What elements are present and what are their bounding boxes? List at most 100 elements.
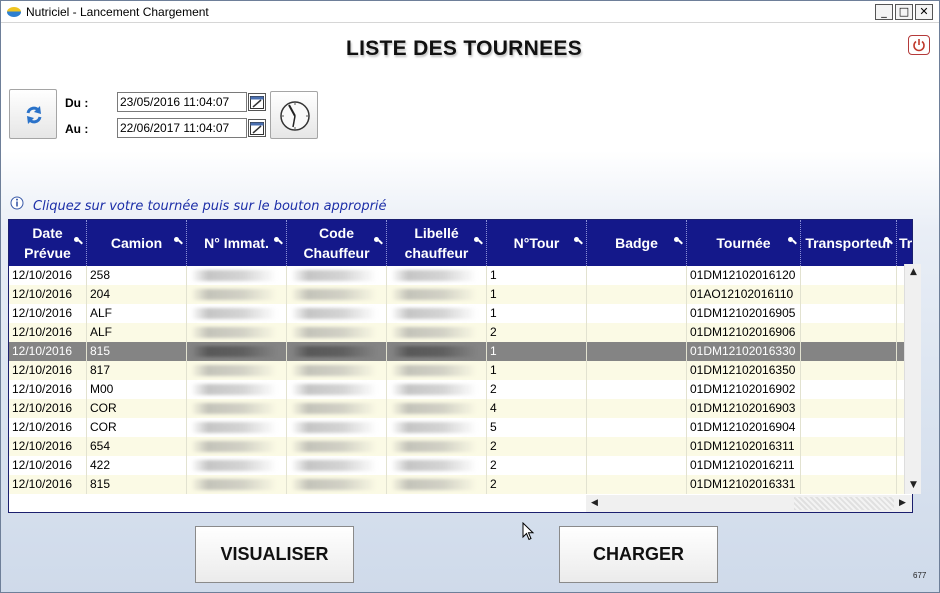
charger-button[interactable]: CHARGER xyxy=(559,526,718,583)
vertical-scrollbar[interactable]: ▲ ▼ xyxy=(904,264,921,494)
scroll-right-arrow[interactable]: ▶ xyxy=(894,495,911,512)
table-cell xyxy=(387,342,487,361)
column-search-icon[interactable] xyxy=(788,237,797,246)
visualiser-button[interactable]: VISUALISER xyxy=(195,526,354,583)
column-header-tr[interactable]: Tr xyxy=(897,220,912,266)
table-row[interactable]: 12/10/2016 COR 5 01DM12102016904 xyxy=(9,418,912,437)
table-row[interactable]: 12/10/2016 ALF 1 01DM12102016905 xyxy=(9,304,912,323)
table-cell xyxy=(287,323,387,342)
table-cell xyxy=(287,418,387,437)
table-cell: 2 xyxy=(487,380,587,399)
table-cell xyxy=(587,342,687,361)
table-row[interactable]: 12/10/2016 815 1 01DM12102016330 xyxy=(9,342,912,361)
column-header-tournee[interactable]: Tournée xyxy=(687,220,801,266)
column-search-icon[interactable] xyxy=(474,237,483,246)
table-cell xyxy=(801,266,897,285)
column-header-transporteur[interactable]: Transporteur xyxy=(801,220,897,266)
table-cell: 422 xyxy=(87,456,187,475)
table-row[interactable]: 12/10/2016 422 2 01DM12102016211 xyxy=(9,456,912,475)
minimize-button[interactable]: _ xyxy=(875,4,893,20)
scroll-down-arrow[interactable]: ▼ xyxy=(905,477,922,494)
table-cell: 01DM12102016211 xyxy=(687,456,801,475)
table-cell xyxy=(287,361,387,380)
column-header-date[interactable]: Date Prévue xyxy=(9,220,87,266)
horizontal-scrollbar[interactable]: ◀ ▶ xyxy=(586,495,912,512)
calendar-edit-icon xyxy=(250,122,264,135)
redacted-text xyxy=(291,460,377,471)
table-cell xyxy=(387,304,487,323)
redacted-text xyxy=(291,479,377,490)
tournees-table[interactable]: Date Prévue Camion N° Immat. Code Chauff… xyxy=(8,219,913,513)
table-cell xyxy=(801,399,897,418)
table-cell xyxy=(801,361,897,380)
table-cell: 2 xyxy=(487,437,587,456)
table-cell: 01AO12102016110 xyxy=(687,285,801,304)
table-cell xyxy=(387,361,487,380)
redacted-text xyxy=(191,365,277,376)
close-button[interactable]: ✕ xyxy=(915,4,933,20)
table-row[interactable]: 12/10/2016 M00 2 01DM12102016902 xyxy=(9,380,912,399)
clock-button[interactable] xyxy=(270,91,318,139)
refresh-button[interactable] xyxy=(9,89,57,139)
column-header-immat[interactable]: N° Immat. xyxy=(187,220,287,266)
column-header-ntour[interactable]: N°Tour xyxy=(487,220,587,266)
table-cell xyxy=(287,342,387,361)
table-header: Date Prévue Camion N° Immat. Code Chauff… xyxy=(9,220,912,266)
column-header-code-chauffeur[interactable]: Code Chauffeur xyxy=(287,220,387,266)
table-row[interactable]: 12/10/2016 ALF 2 01DM12102016906 xyxy=(9,323,912,342)
table-row[interactable]: 12/10/2016 654 2 01DM12102016311 xyxy=(9,437,912,456)
column-header-camion[interactable]: Camion xyxy=(87,220,187,266)
maximize-button[interactable]: □ xyxy=(895,4,913,20)
table-cell: 12/10/2016 xyxy=(9,361,87,380)
table-cell xyxy=(387,266,487,285)
table-cell xyxy=(287,475,387,494)
table-cell xyxy=(587,399,687,418)
scroll-up-arrow[interactable]: ▲ xyxy=(905,264,922,281)
table-row[interactable]: 12/10/2016 258 1 01DM12102016120 xyxy=(9,266,912,285)
redacted-text xyxy=(191,441,277,452)
column-search-icon[interactable] xyxy=(884,237,893,246)
table-cell: 2 xyxy=(487,475,587,494)
horizontal-scroll-thumb[interactable] xyxy=(794,497,894,510)
table-cell: 12/10/2016 xyxy=(9,456,87,475)
scroll-left-arrow[interactable]: ◀ xyxy=(586,495,603,512)
table-cell xyxy=(187,418,287,437)
application-window: Nutriciel - Lancement Chargement _ □ ✕ L… xyxy=(0,0,940,593)
redacted-text xyxy=(191,327,277,338)
au-date-field[interactable] xyxy=(117,118,247,138)
table-cell: 01DM12102016311 xyxy=(687,437,801,456)
table-row[interactable]: 12/10/2016 204 1 01AO12102016110 xyxy=(9,285,912,304)
table-cell xyxy=(801,304,897,323)
column-search-icon[interactable] xyxy=(274,237,283,246)
au-calendar-button[interactable] xyxy=(248,119,266,137)
table-cell xyxy=(387,437,487,456)
table-cell: 2 xyxy=(487,456,587,475)
table-row[interactable]: 12/10/2016 815 2 01DM12102016331 xyxy=(9,475,912,494)
version-label: 677 xyxy=(913,571,927,580)
power-off-icon[interactable] xyxy=(908,35,930,55)
column-search-icon[interactable] xyxy=(674,237,683,246)
table-row[interactable]: 12/10/2016 COR 4 01DM12102016903 xyxy=(9,399,912,418)
du-calendar-button[interactable] xyxy=(248,93,266,111)
redacted-text xyxy=(291,327,377,338)
table-cell xyxy=(801,456,897,475)
column-header-libelle-chauffeur[interactable]: Libellé chauffeur xyxy=(387,220,487,266)
du-label: Du : xyxy=(65,96,89,110)
redacted-text xyxy=(391,365,477,376)
table-cell: 1 xyxy=(487,285,587,304)
table-row[interactable]: 12/10/2016 817 1 01DM12102016350 xyxy=(9,361,912,380)
table-cell xyxy=(387,285,487,304)
table-cell xyxy=(801,437,897,456)
column-search-icon[interactable] xyxy=(374,237,383,246)
column-search-icon[interactable] xyxy=(174,237,183,246)
du-date-field[interactable] xyxy=(117,92,247,112)
column-search-icon[interactable] xyxy=(574,237,583,246)
table-cell: COR xyxy=(87,399,187,418)
table-cell xyxy=(587,418,687,437)
title-bar[interactable]: Nutriciel - Lancement Chargement _ □ ✕ xyxy=(1,1,939,23)
redacted-text xyxy=(191,403,277,414)
table-cell xyxy=(287,304,387,323)
column-search-icon[interactable] xyxy=(74,237,83,246)
table-cell: 01DM12102016330 xyxy=(687,342,801,361)
column-header-badge[interactable]: Badge xyxy=(587,220,687,266)
